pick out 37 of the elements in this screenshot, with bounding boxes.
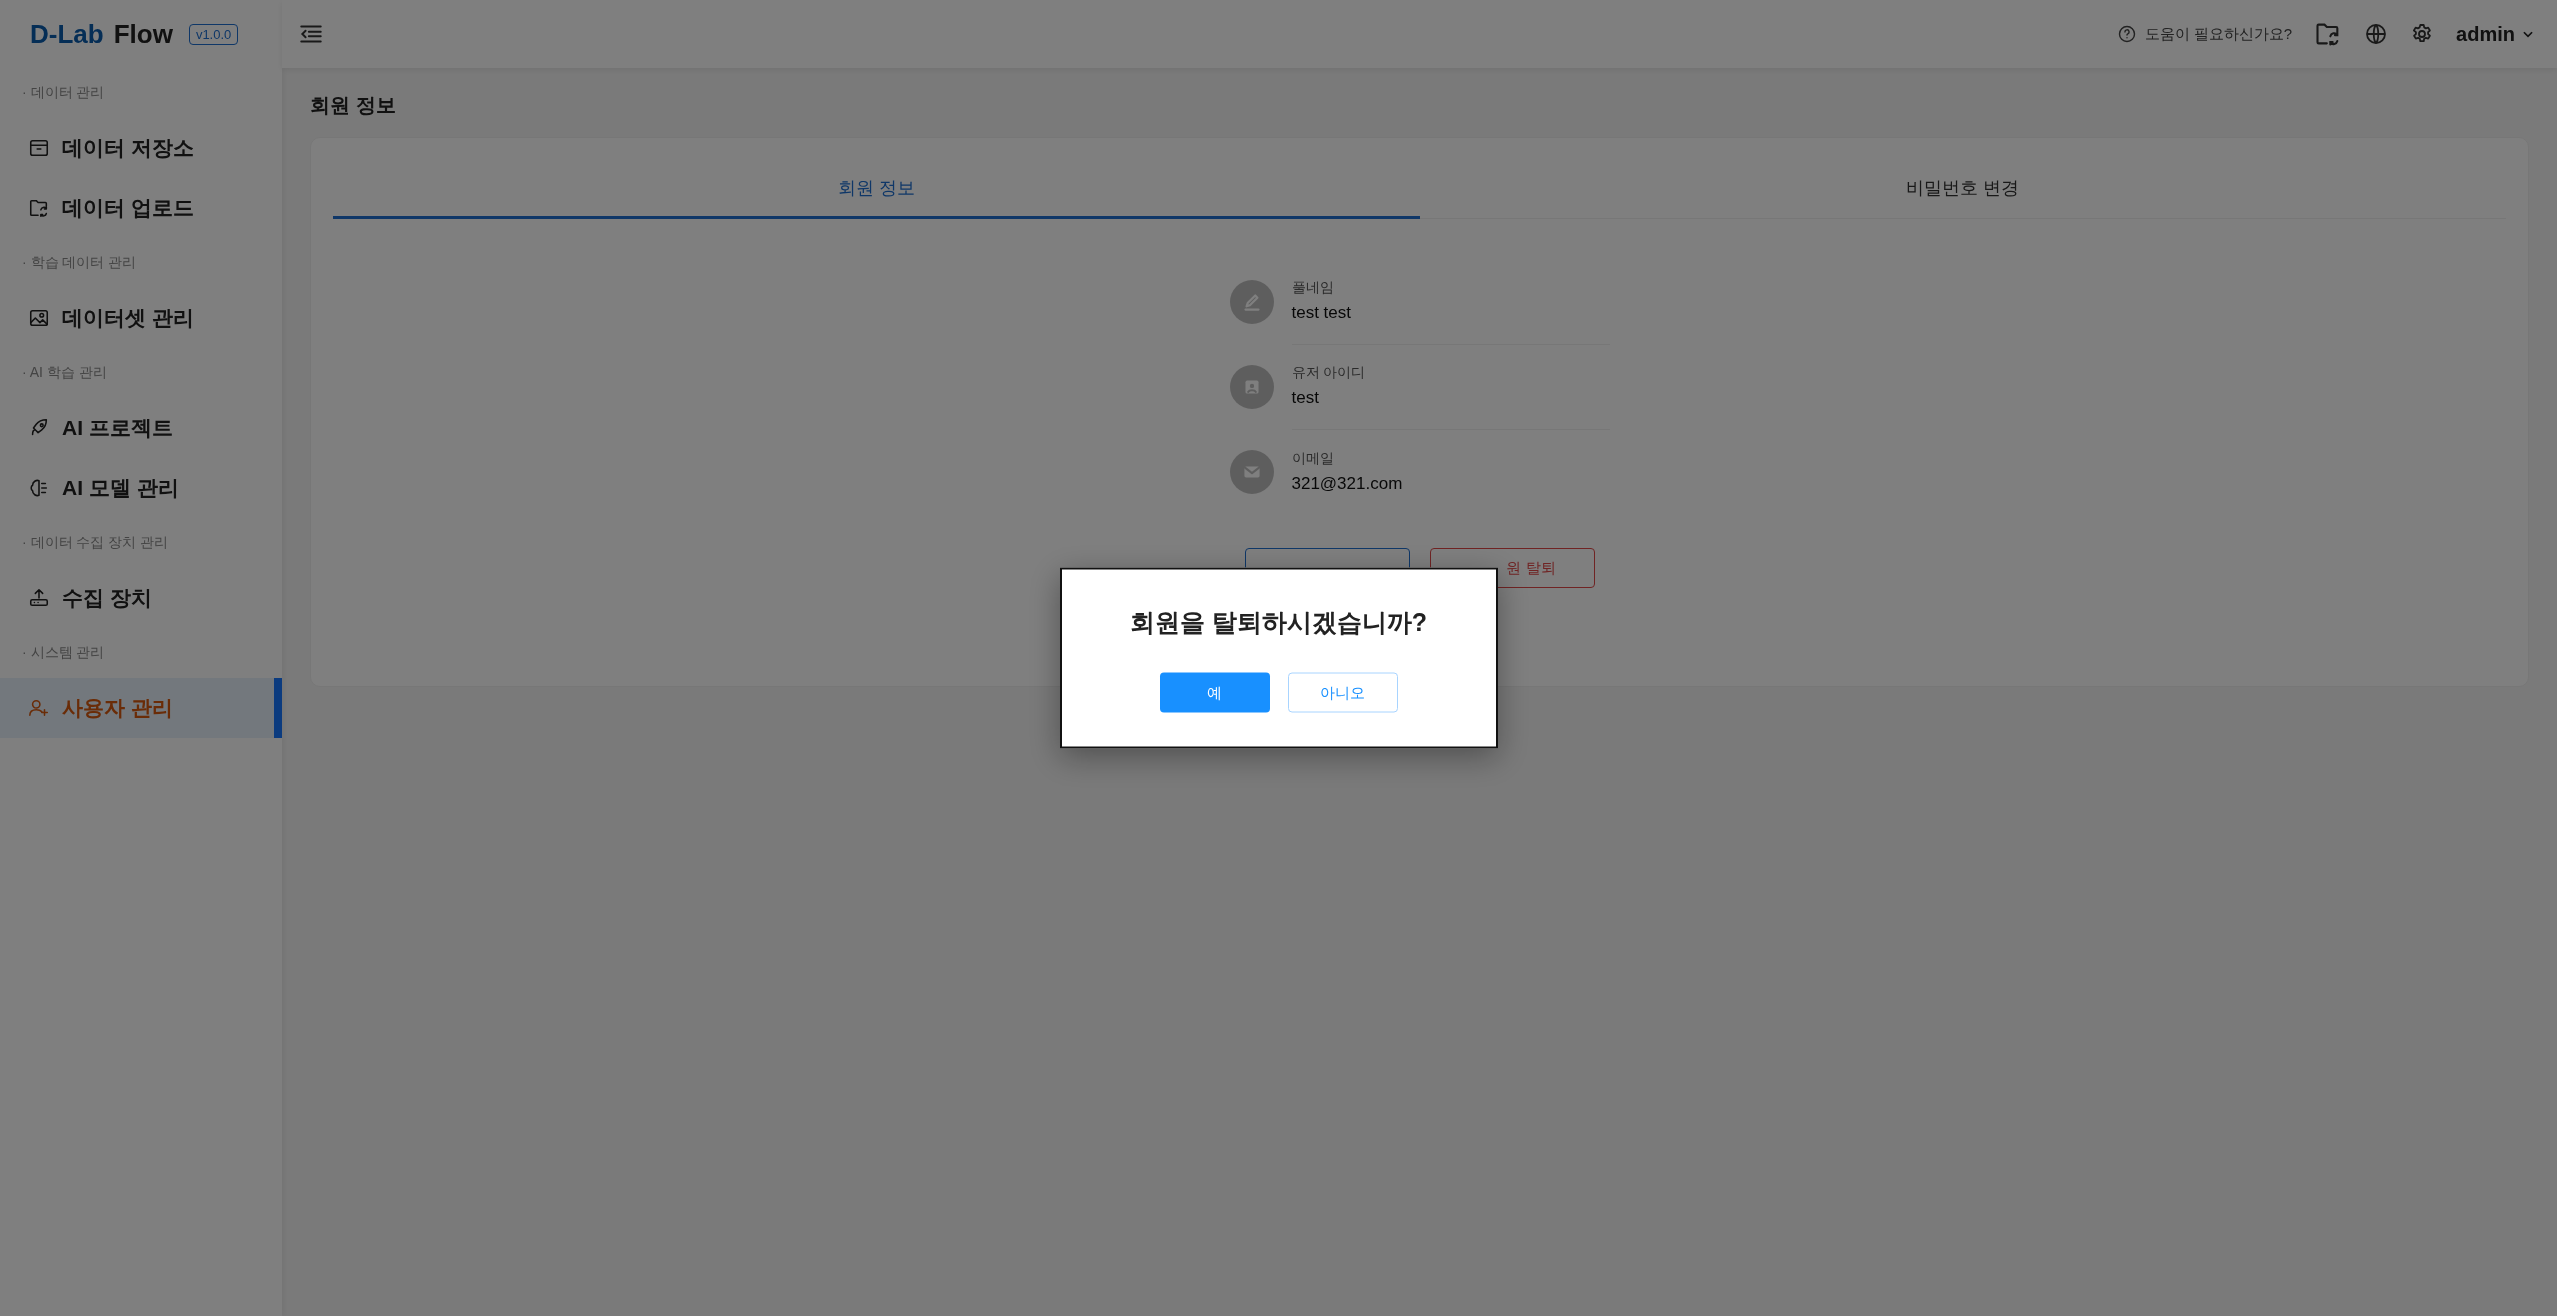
brain-icon [28,477,50,499]
field-value: test [1291,388,1320,408]
upload-tray-icon [28,587,50,609]
help-icon [2116,24,2137,44]
sidebar-item[interactable]: 수집 장치 [0,568,282,628]
sidebar-item[interactable]: 데이터셋 관리 [0,288,282,348]
sidebar-item[interactable]: AI 모델 관리 [0,458,282,518]
tab[interactable]: 회원 정보 [333,162,1420,219]
sidebar-item[interactable]: AI 프로젝트 [0,398,282,458]
cancel-button[interactable]: 아니오 [1287,672,1398,713]
sidebar-item[interactable]: 데이터 업로드 [0,178,282,238]
help-link[interactable]: 도움이 필요하신가요? [2144,24,2293,44]
field-label: 이메일 [1291,449,1335,468]
user-add-icon [28,697,50,719]
field-value: test test [1291,303,1353,323]
dialog-message: 회원을 탈퇴하시겠습니까? [1129,606,1428,638]
folder-sync-icon [28,197,50,219]
field-label: 풀네임 [1291,279,1335,297]
image-icon [28,307,50,329]
sidebar-item[interactable]: 사용자 관리 [0,678,282,738]
field-value: 321@321.com [1291,473,1404,494]
tab[interactable]: 비밀번호 변경 [1419,162,2506,219]
globe-icon[interactable] [2364,22,2389,46]
version-badge: v1.0.0 [188,23,239,45]
archive-box-icon [28,137,50,159]
sidebar-section-title: · 학습 데이터 관리 [21,253,138,272]
sidebar-section-title: · 데이터 관리 [21,83,106,102]
field-label: 유저 아이디 [1291,364,1367,382]
sidebar-section-title: · 시스템 관리 [21,643,106,662]
logo-product: Flow [113,18,173,50]
sidebar-section-title: · AI 학습 관리 [21,363,108,382]
sidebar-item[interactable]: 데이터 저장소 [0,118,282,178]
page-title: 회원 정보 [310,93,397,118]
confirm-button[interactable]: 예 [1159,672,1270,713]
logo-brand: D-Lab [30,18,104,50]
sidebar-section-title: · 데이터 수집 장치 관리 [21,533,170,552]
user-menu[interactable]: admin [2456,22,2535,46]
